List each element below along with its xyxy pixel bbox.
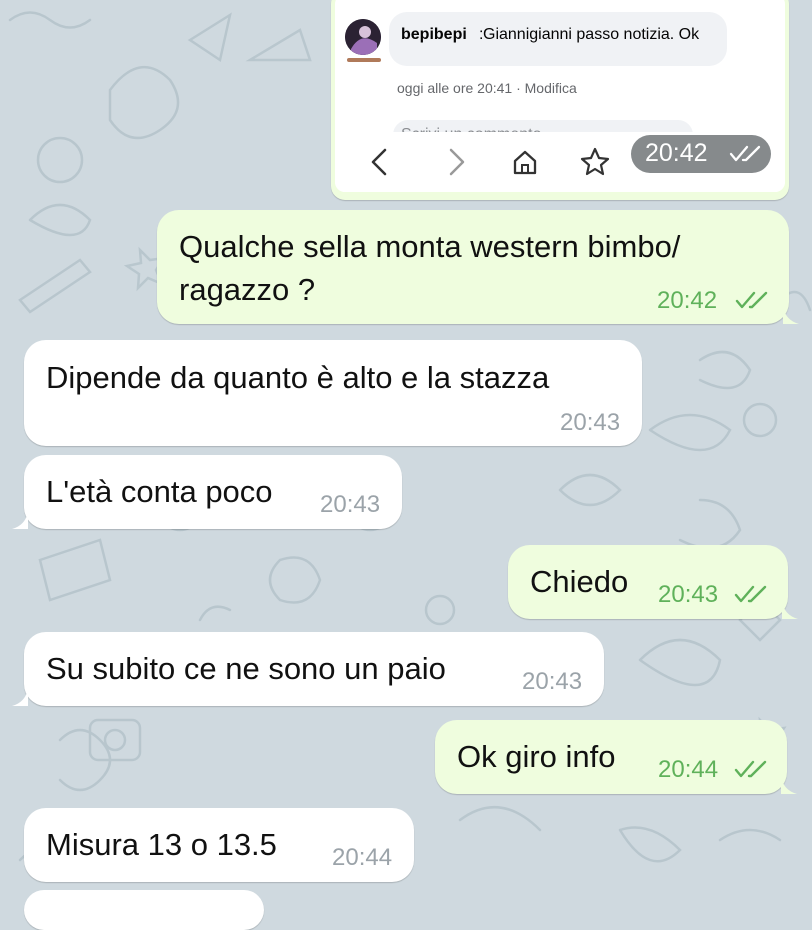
- message-bubble-outgoing[interactable]: Chiedo 20:43: [508, 545, 788, 619]
- message-bubble-incoming-partial[interactable]: [24, 890, 264, 930]
- bubble-tail: [12, 511, 28, 529]
- double-check-icon: [729, 145, 761, 162]
- message-bubble-incoming[interactable]: L'età conta poco 20:43: [24, 455, 402, 529]
- bubble-tail: [783, 306, 799, 324]
- home-icon: [513, 150, 537, 175]
- message-time: 20:43: [320, 491, 381, 518]
- attachment-time: 20:42: [645, 139, 708, 167]
- message-bubble-incoming[interactable]: Su subito ce ne sono un paio 20:43: [24, 632, 604, 706]
- double-check-icon: [735, 291, 768, 309]
- message-text: Dipende da quanto è alto e la stazza: [46, 360, 550, 395]
- message-time: 20:44: [658, 756, 719, 783]
- screenshot-attachment[interactable]: bepibepi : Giannigianni passo notizia. O…: [331, 0, 789, 200]
- message-text: Su subito ce ne sono un paio: [46, 651, 446, 686]
- message-bubble-incoming[interactable]: Misura 13 o 13.5 20:44: [24, 808, 414, 882]
- message-text: ragazzo ?: [179, 272, 316, 307]
- message-text: Chiedo: [530, 564, 629, 599]
- bubble-tail: [12, 688, 28, 706]
- forward-icon: [449, 148, 465, 176]
- message-text: Ok giro info: [457, 739, 616, 774]
- favorites-icon: [580, 147, 610, 176]
- comment-text: Giannigianni passo notizia. Ok: [483, 26, 700, 43]
- message-bubble-outgoing[interactable]: Qualche sella monta western bimbo/ ragaz…: [157, 210, 789, 324]
- bubble-tail: [781, 776, 797, 794]
- double-check-icon: [734, 760, 767, 778]
- avatar-underline: [347, 58, 381, 62]
- message-time: 20:43: [522, 668, 583, 695]
- comment-author: bepibepi: [401, 26, 467, 43]
- comment-meta: oggi alle ore 20:41 · Modifica: [397, 80, 577, 96]
- message-time: 20:42: [657, 287, 718, 314]
- back-icon: [371, 148, 387, 176]
- message-time: 20:44: [332, 844, 393, 871]
- message-time: 20:43: [658, 581, 719, 608]
- commenter-avatar: [345, 19, 381, 55]
- message-bubble-outgoing[interactable]: Ok giro info 20:44: [435, 720, 787, 794]
- message-text: L'età conta poco: [46, 474, 273, 509]
- message-time: 20:43: [560, 409, 621, 436]
- message-bubble-incoming[interactable]: Dipende da quanto è alto e la stazza 20:…: [24, 340, 642, 446]
- bubble-tail: [782, 601, 798, 619]
- message-text: Qualche sella monta western bimbo/: [179, 229, 681, 264]
- double-check-icon: [734, 585, 767, 603]
- comment-card: bepibepi : Giannigianni passo notizia. O…: [389, 12, 727, 66]
- attachment-time-badge: 20:42: [631, 135, 771, 173]
- message-text: Misura 13 o 13.5: [46, 827, 277, 862]
